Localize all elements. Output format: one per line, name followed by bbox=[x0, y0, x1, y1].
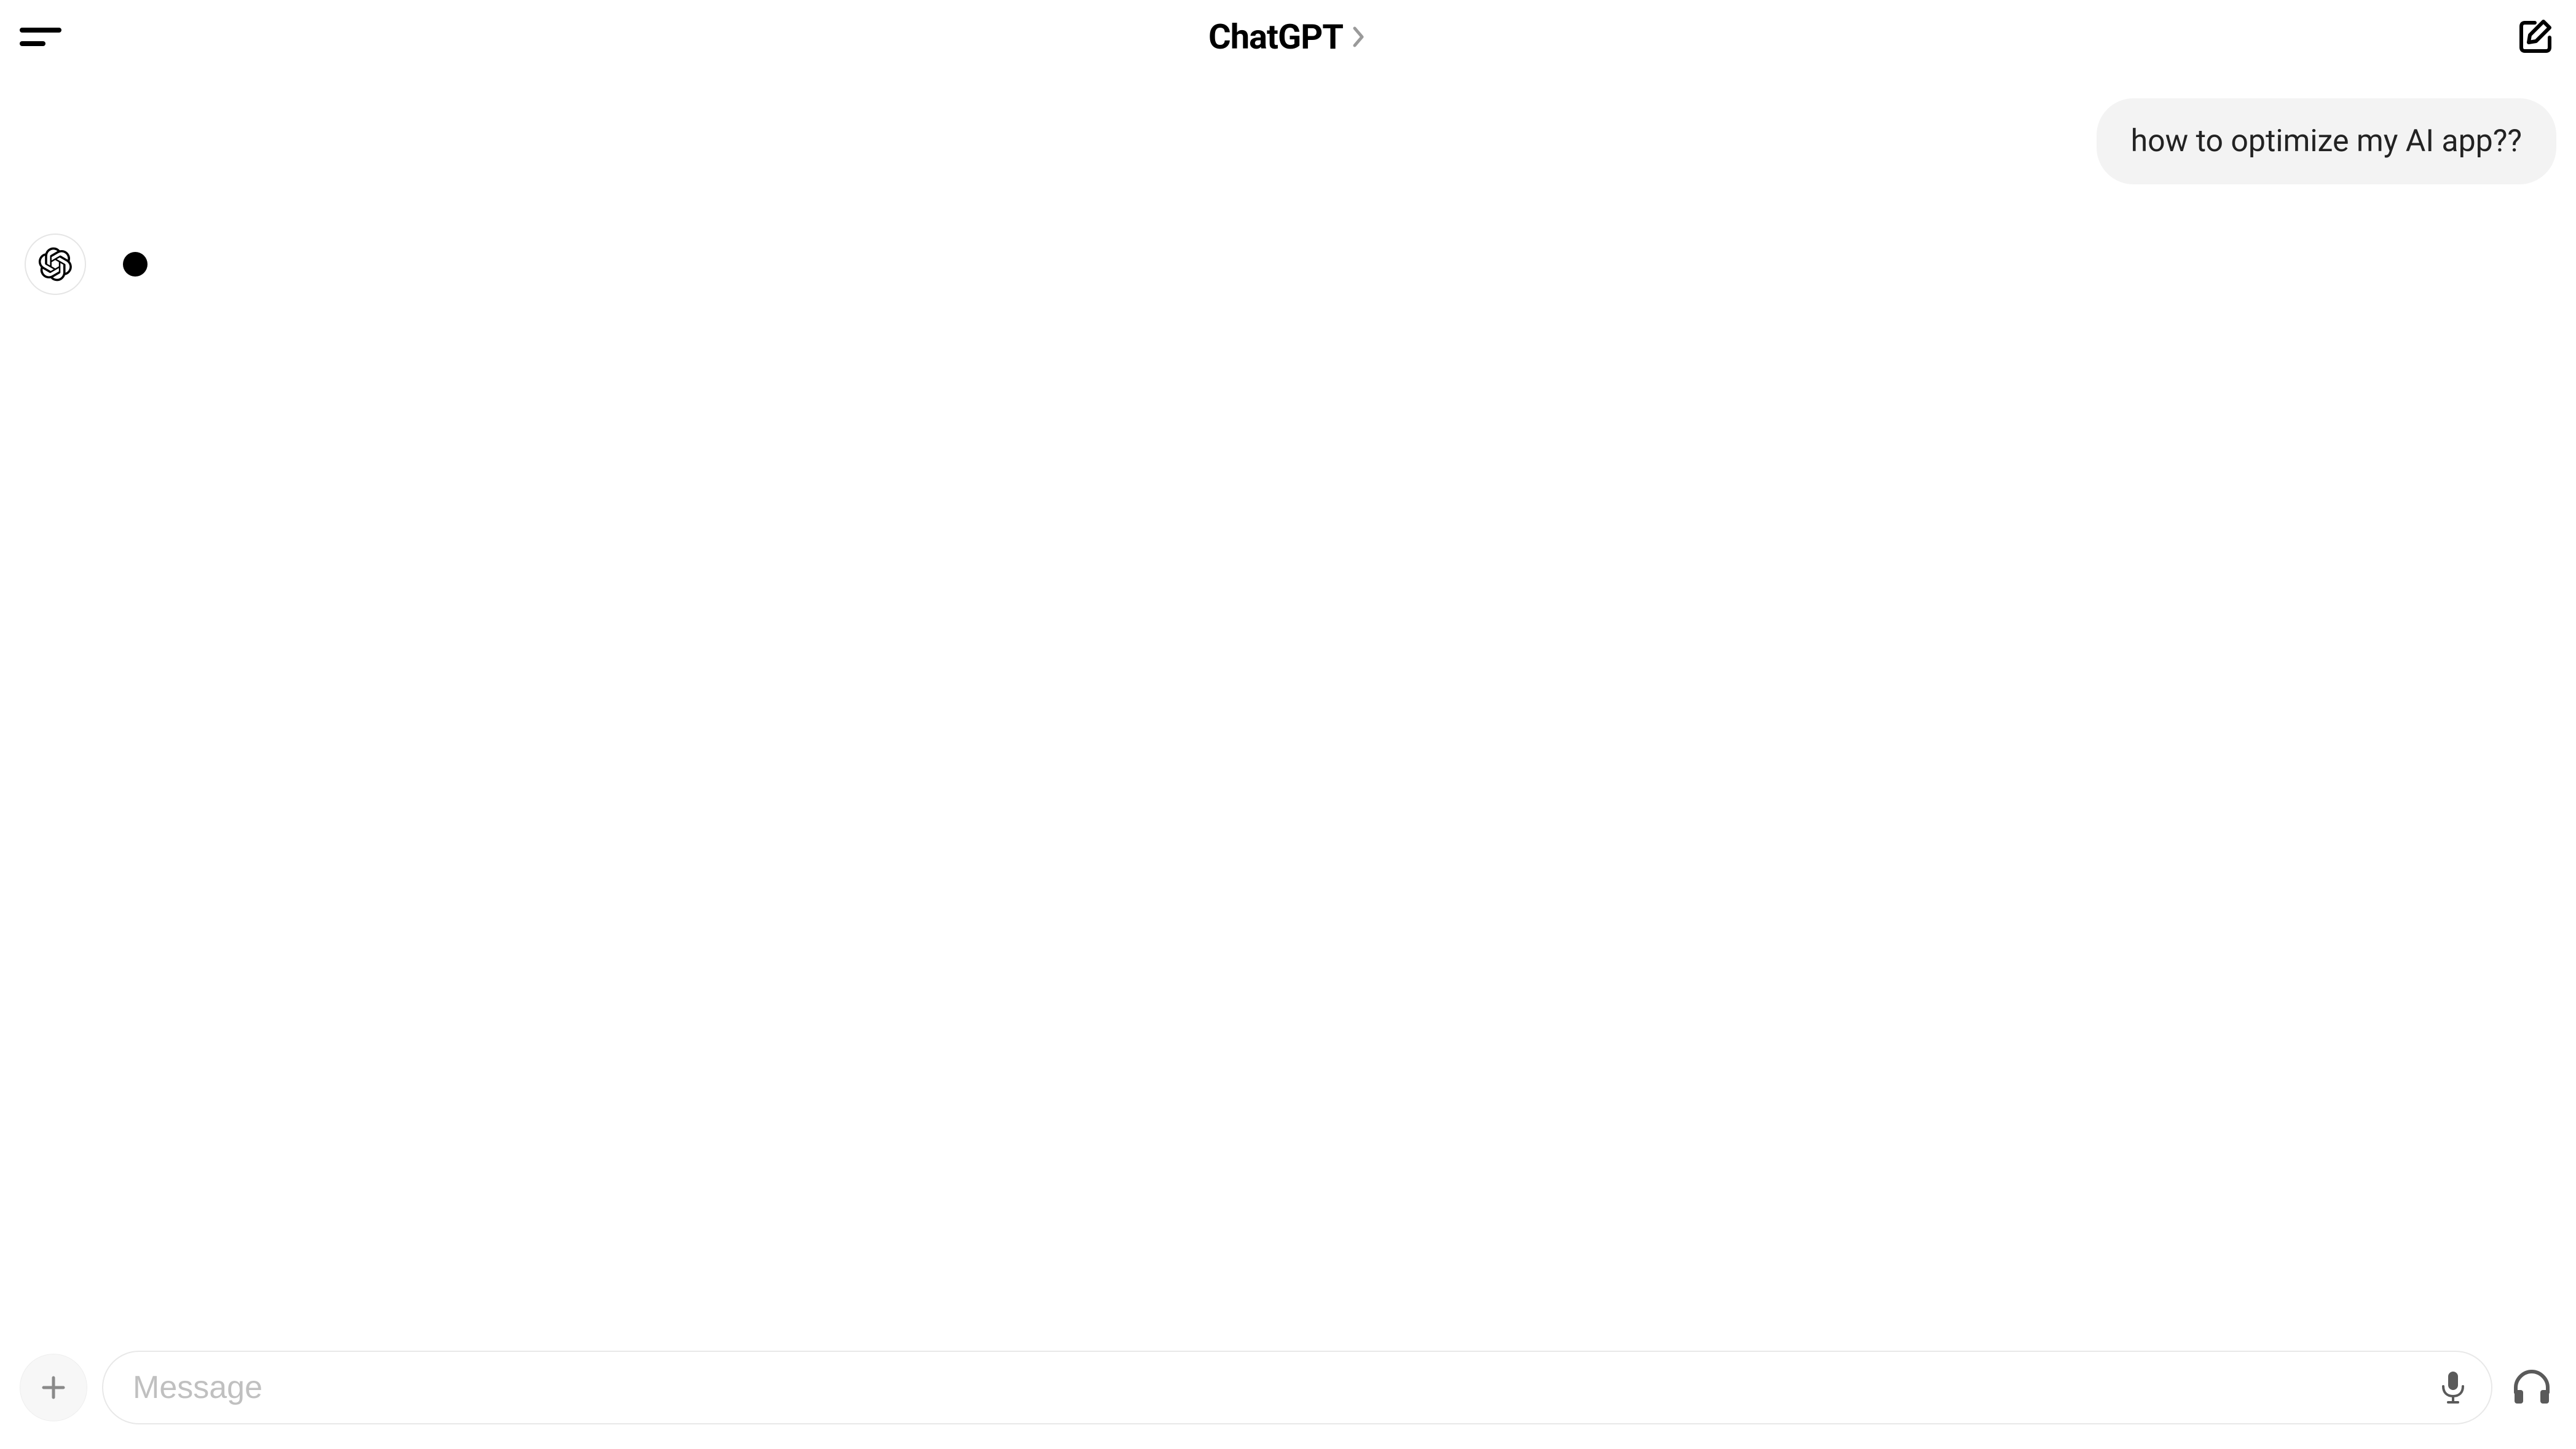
menu-icon bbox=[20, 28, 61, 33]
microphone-icon bbox=[2440, 1369, 2467, 1406]
headphones-button[interactable] bbox=[2507, 1363, 2556, 1412]
assistant-message-row bbox=[20, 234, 2556, 295]
menu-icon bbox=[20, 41, 45, 46]
add-attachment-button[interactable] bbox=[20, 1354, 87, 1421]
user-message-text: how to optimize my AI app?? bbox=[2131, 123, 2522, 160]
message-input-container bbox=[102, 1351, 2492, 1424]
typing-indicator-icon bbox=[123, 252, 148, 277]
plus-icon bbox=[39, 1373, 68, 1402]
headphones-icon bbox=[2510, 1365, 2554, 1410]
header: ChatGPT bbox=[0, 0, 2576, 74]
compose-button[interactable] bbox=[2515, 16, 2556, 58]
compose-icon bbox=[2515, 17, 2556, 57]
title-dropdown[interactable]: ChatGPT bbox=[1208, 17, 1368, 57]
chat-area: how to optimize my AI app?? bbox=[0, 74, 2576, 1338]
microphone-button[interactable] bbox=[2435, 1369, 2472, 1406]
user-message-bubble: how to optimize my AI app?? bbox=[2097, 98, 2556, 184]
input-bar bbox=[0, 1338, 2576, 1449]
message-input[interactable] bbox=[133, 1369, 2435, 1406]
app-title: ChatGPT bbox=[1208, 17, 1343, 57]
menu-button[interactable] bbox=[20, 22, 61, 52]
openai-logo-icon bbox=[38, 247, 73, 281]
chevron-right-icon bbox=[1350, 25, 1368, 49]
assistant-avatar bbox=[25, 234, 86, 295]
